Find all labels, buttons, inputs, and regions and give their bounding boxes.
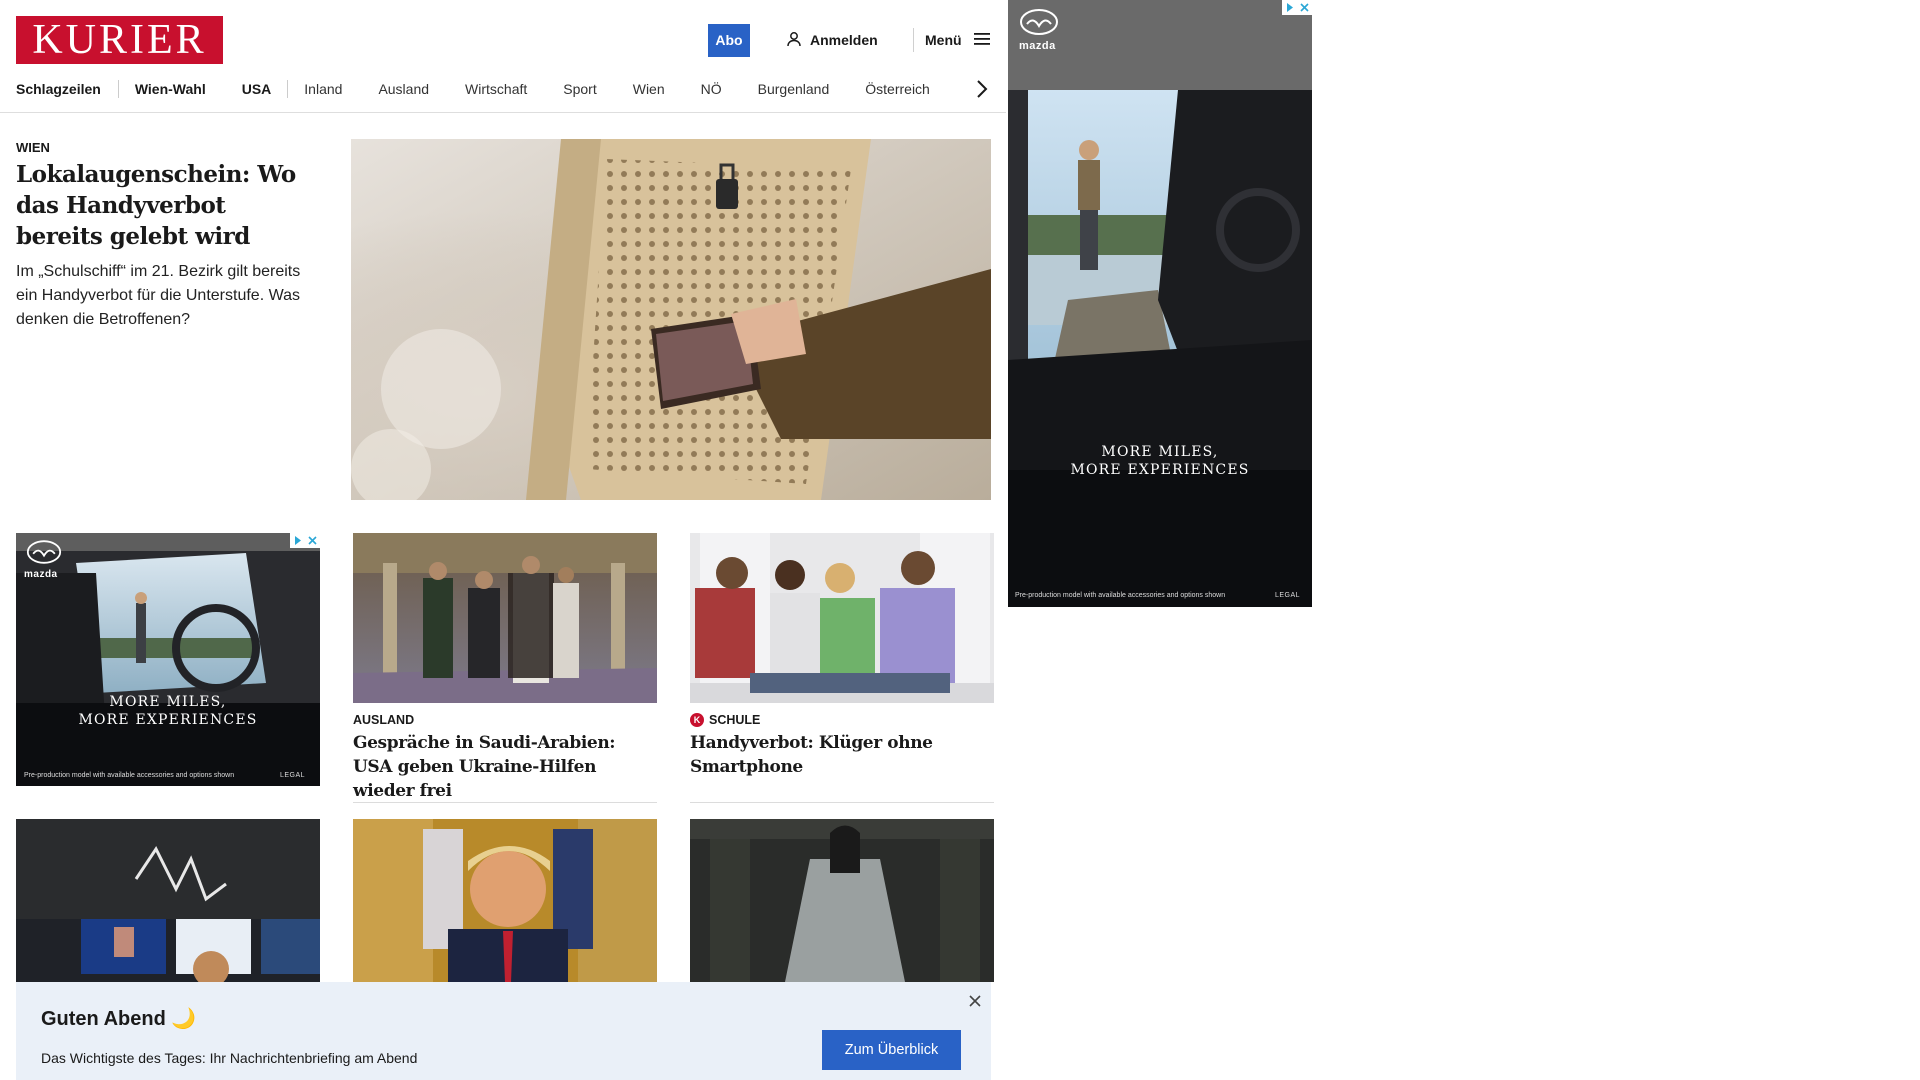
ad-legal-link[interactable]: LEGAL xyxy=(1275,592,1300,599)
ad-slogan-line1: MORE MILES, xyxy=(1101,444,1219,460)
user-icon xyxy=(786,31,802,50)
story-image[interactable] xyxy=(353,533,657,703)
nav-item-schlagzeilen[interactable]: Schlagzeilen xyxy=(16,81,101,97)
ad-choices[interactable] xyxy=(1282,0,1312,15)
lead-story[interactable]: WIEN Lokalaugenschein: Wo das Handyverbo… xyxy=(16,140,316,332)
nav-scroll-right-button[interactable] xyxy=(972,77,992,101)
section-nav: Schlagzeilen Wien-Wahl USA Inland Auslan… xyxy=(16,76,990,102)
briefing-close-button[interactable] xyxy=(966,992,984,1010)
ad-info-icon[interactable] xyxy=(290,533,305,548)
close-icon xyxy=(969,995,981,1007)
login-label: Anmelden xyxy=(810,32,878,48)
card-divider xyxy=(690,802,994,803)
inline-advertisement[interactable]: mazda MORE MILES, MORE EXPERIENCES Pre-p… xyxy=(16,533,320,786)
story-card-ausland[interactable]: AUSLAND Gespräche in Saudi-Arabien: USA … xyxy=(353,533,657,803)
story-image-stock-exchange[interactable] xyxy=(16,819,320,982)
mazda-logo-icon xyxy=(26,539,62,570)
side-advertisement[interactable]: mazda MORE MILES, MORE EXPERIENCES Pre-p… xyxy=(1008,0,1312,607)
ad-slogan: MORE MILES, MORE EXPERIENCES xyxy=(1008,443,1312,479)
ad-slogan-line2: MORE EXPERIENCES xyxy=(78,712,258,728)
nav-item-wien[interactable]: Wien xyxy=(633,81,665,97)
briefing-overview-button[interactable]: Zum Überblick xyxy=(822,1030,961,1070)
lead-headline[interactable]: Lokalaugenschein: Wo das Handyverbot ber… xyxy=(16,159,316,252)
nav-item-usa[interactable]: USA xyxy=(242,81,272,97)
ad-close-icon[interactable] xyxy=(1297,0,1312,15)
header-divider xyxy=(913,28,914,52)
kurier-plus-icon: K xyxy=(690,713,704,727)
ad-fineprint: Pre-production model with available acce… xyxy=(1015,592,1226,599)
ad-close-icon[interactable] xyxy=(305,533,320,548)
ad-slogan-line2: MORE EXPERIENCES xyxy=(1070,462,1250,478)
chevron-right-icon xyxy=(977,80,988,98)
lead-teaser: Im „Schulschiff“ im 21. Bezirk gilt bere… xyxy=(16,263,301,328)
story-image-fashion[interactable] xyxy=(690,819,994,982)
hamburger-icon xyxy=(973,32,992,49)
ad-slogan-line1: MORE MILES, xyxy=(109,694,227,710)
login-button[interactable]: Anmelden xyxy=(786,28,878,52)
mazda-logo-icon xyxy=(1019,8,1059,41)
nav-divider xyxy=(117,80,119,98)
nav-item-wien-wahl[interactable]: Wien-Wahl xyxy=(135,81,206,97)
card-divider xyxy=(353,802,657,803)
card-headline[interactable]: Handyverbot: Klüger ohne Smartphone xyxy=(690,731,994,779)
briefing-text: Das Wichtigste des Tages: Ihr Nachrichte… xyxy=(41,1050,418,1066)
nav-item-noe[interactable]: NÖ xyxy=(701,81,722,97)
menu-label: Menü xyxy=(925,32,962,48)
story-image[interactable] xyxy=(690,533,994,703)
ad-legal-link[interactable]: LEGAL xyxy=(280,772,305,779)
nav-item-sport[interactable]: Sport xyxy=(563,81,596,97)
menu-button[interactable]: Menü xyxy=(925,28,992,52)
story-card-schule[interactable]: K SCHULE Handyverbot: Klüger ohne Smartp… xyxy=(690,533,994,779)
nav-item-wirtschaft[interactable]: Wirtschaft xyxy=(465,81,527,97)
ad-brand-name: mazda xyxy=(1019,40,1056,52)
abo-button[interactable]: Abo xyxy=(708,24,750,57)
card-section-label[interactable]: K SCHULE xyxy=(690,713,994,727)
card-section-text: SCHULE xyxy=(709,713,761,727)
nav-item-ausland[interactable]: Ausland xyxy=(378,81,429,97)
nav-item-burgenland[interactable]: Burgenland xyxy=(758,81,830,97)
nav-item-inland[interactable]: Inland xyxy=(304,81,342,97)
ad-brand-name: mazda xyxy=(24,569,58,580)
card-headline[interactable]: Gespräche in Saudi-Arabien: USA geben Uk… xyxy=(353,731,657,803)
lead-section-label[interactable]: WIEN xyxy=(16,140,316,155)
lead-story-image[interactable] xyxy=(351,139,991,500)
nav-divider xyxy=(287,80,289,98)
nav-divider-line xyxy=(0,112,1006,113)
ad-fineprint: Pre-production model with available acce… xyxy=(24,772,235,779)
evening-briefing-banner: Guten Abend 🌙 Das Wichtigste des Tages: … xyxy=(16,982,991,1080)
briefing-title: Guten Abend 🌙 xyxy=(41,1008,197,1030)
nav-item-oesterreich[interactable]: Österreich xyxy=(865,81,930,97)
kurier-logo[interactable]: KURIER xyxy=(16,16,223,64)
card-section-label[interactable]: AUSLAND xyxy=(353,713,657,727)
ad-choices[interactable] xyxy=(290,533,320,548)
ad-info-icon[interactable] xyxy=(1282,0,1297,15)
story-image-trump[interactable] xyxy=(353,819,657,982)
ad-slogan: MORE MILES, MORE EXPERIENCES xyxy=(16,693,320,729)
